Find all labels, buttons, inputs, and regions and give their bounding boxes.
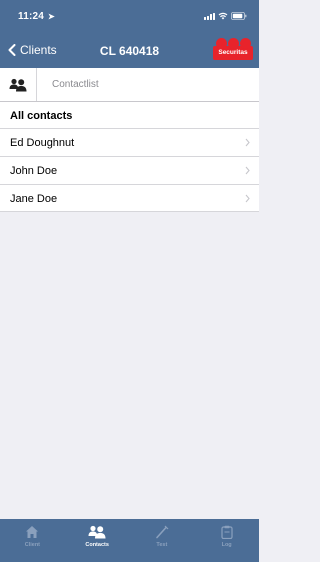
clipboard-icon xyxy=(221,525,233,539)
wifi-icon xyxy=(218,12,228,20)
house-icon xyxy=(26,526,39,538)
status-icons xyxy=(204,12,247,20)
section-title: All contacts xyxy=(10,110,73,122)
section-header: All contacts xyxy=(0,102,259,128)
securitas-logo: Securitas xyxy=(213,38,253,64)
tab-test[interactable]: Test xyxy=(130,519,195,562)
contact-name: John Doe xyxy=(10,165,58,177)
contacts-icon xyxy=(88,525,106,539)
tab-bar: Client Contacts Test Log xyxy=(0,519,259,562)
status-time-text: 11:24 xyxy=(18,11,45,22)
tab-label: Log xyxy=(221,542,232,548)
chevron-right-icon xyxy=(245,138,250,147)
tab-log[interactable]: Log xyxy=(194,519,259,562)
tab-label: Test xyxy=(156,542,168,548)
contact-name: Jane Doe xyxy=(10,193,58,205)
contact-name: Ed Doughnut xyxy=(10,137,75,149)
tab-client[interactable]: Client xyxy=(0,519,65,562)
chevron-right-icon xyxy=(245,194,250,203)
subheader-label: Contactlist xyxy=(52,79,99,90)
wand-icon xyxy=(156,525,169,539)
tab-label: Contacts xyxy=(85,542,109,548)
location-arrow-icon: ➤ xyxy=(48,12,55,21)
app-header: 11:24 ➤ Clients CL 640418 Securitas xyxy=(0,0,259,68)
contacts-list: Ed Doughnut John Doe Jane Doe xyxy=(0,128,259,212)
contacts-group-icon[interactable] xyxy=(0,68,37,101)
list-item[interactable]: Jane Doe xyxy=(0,184,259,212)
list-item[interactable]: Ed Doughnut xyxy=(0,128,259,156)
contactlist-subheader: Contactlist xyxy=(0,68,259,102)
status-bar: 11:24 ➤ xyxy=(0,0,259,34)
signal-icon xyxy=(204,12,215,20)
logo-text: Securitas xyxy=(213,46,253,60)
nav-bar: Clients CL 640418 Securitas xyxy=(0,34,259,68)
tab-label: Client xyxy=(24,542,41,548)
list-item[interactable]: John Doe xyxy=(0,156,259,184)
battery-icon xyxy=(231,12,247,20)
status-time: 11:24 ➤ xyxy=(18,11,55,22)
chevron-right-icon xyxy=(245,166,250,175)
tab-contacts[interactable]: Contacts xyxy=(65,519,130,562)
